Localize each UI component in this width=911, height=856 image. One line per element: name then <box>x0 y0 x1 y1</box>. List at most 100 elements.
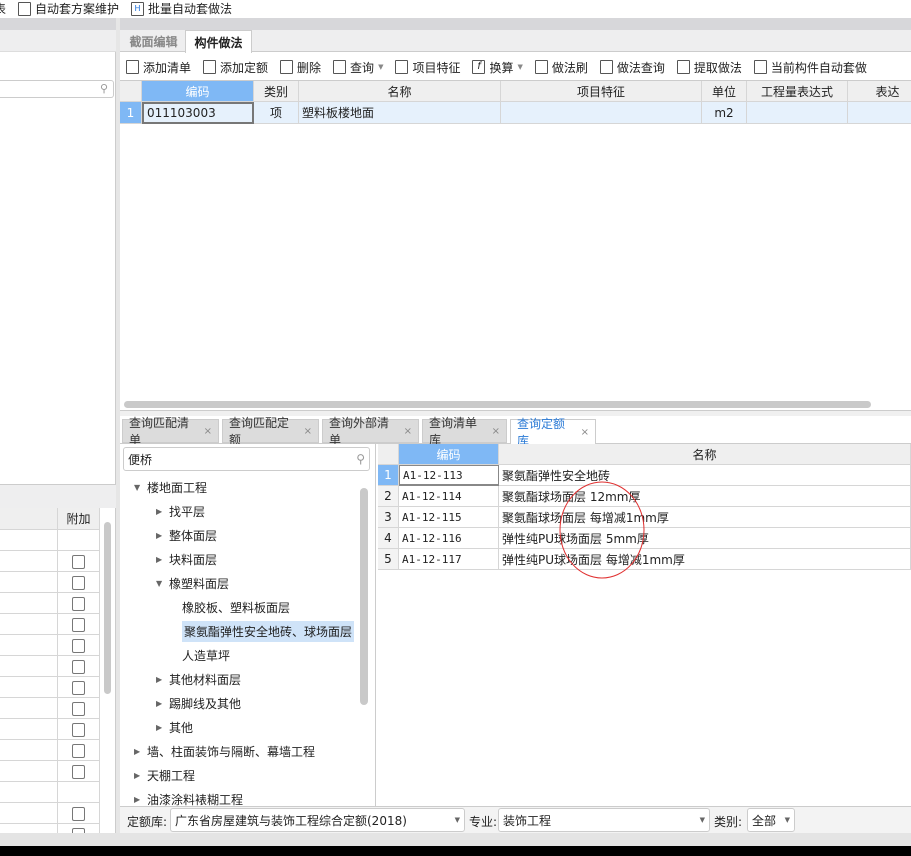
method-query-button[interactable]: 做法查询 <box>599 59 665 76</box>
horizontal-scrollbar[interactable] <box>124 401 871 408</box>
column-header-unit[interactable]: 单位 <box>702 81 747 102</box>
add-list-icon <box>126 60 139 74</box>
extra-checkbox[interactable] <box>72 723 85 737</box>
row-expr[interactable] <box>747 102 848 124</box>
caret-right-icon[interactable]: ▶ <box>156 531 164 540</box>
bottom-tabbar: 查询匹配清单 × 查询匹配定额 × 查询外部清单 × 查询清单库 × 查询定额库 × <box>120 416 911 448</box>
tab-0[interactable]: 查询匹配清单 × <box>122 416 219 447</box>
tab-2[interactable]: 查询外部清单 × <box>322 416 419 447</box>
tree-item[interactable]: 人造草坪 <box>182 645 230 665</box>
close-icon[interactable]: × <box>304 426 312 437</box>
tab-4[interactable]: 查询定额库 × <box>510 417 596 448</box>
extra-checkbox[interactable] <box>72 576 85 590</box>
extra-checkbox[interactable] <box>72 681 85 695</box>
chevron-down-icon[interactable]: ▼ <box>517 63 522 71</box>
caret-down-icon[interactable]: ▼ <box>134 483 142 492</box>
extra-checkbox[interactable] <box>72 639 85 653</box>
column-header-desc[interactable]: 表达 <box>848 81 911 102</box>
close-icon[interactable]: × <box>581 427 589 438</box>
tree-item[interactable]: 聚氨酯弹性安全地砖、球场面层 <box>182 620 355 642</box>
feature-button[interactable]: 项目特征 <box>395 59 460 76</box>
tree-item[interactable]: ▼ 橡塑料面层 <box>156 573 229 593</box>
left-header <box>0 30 116 52</box>
tree-search-input[interactable]: 便桥 ⚲ <box>123 447 370 471</box>
caret-right-icon[interactable]: ▶ <box>156 675 164 684</box>
fx-button[interactable]: f 换算 ▼ <box>472 59 523 76</box>
major-select[interactable]: 装饰工程 ▼ <box>498 808 710 832</box>
column-header-code[interactable]: 编码 <box>142 81 254 102</box>
extra-checkbox[interactable] <box>72 765 85 779</box>
batch-auto-button[interactable]: H 批量自动套做法 <box>131 0 232 17</box>
left-scrollbar[interactable] <box>104 522 111 694</box>
extra-checkbox[interactable] <box>72 807 85 821</box>
brush-button[interactable]: 做法刷 <box>534 59 588 76</box>
tree-item[interactable]: ▶ 整体面层 <box>156 525 217 545</box>
tab-label: 查询外部清单 <box>329 416 390 447</box>
tree-item[interactable]: ▶ 其他 <box>156 717 193 737</box>
row-feature[interactable] <box>501 102 702 124</box>
extra-checkbox[interactable] <box>72 744 85 758</box>
row-desc[interactable] <box>848 102 911 124</box>
category-label: 类别: <box>714 815 743 829</box>
tree-item[interactable]: ▶ 踢脚线及其他 <box>156 693 241 713</box>
column-header-name[interactable]: 名称 <box>299 81 501 102</box>
caret-down-icon[interactable]: ▼ <box>156 579 164 588</box>
row-name[interactable]: 塑料板楼地面 <box>299 102 501 124</box>
auto-scheme-button[interactable]: 自动套方案维护 <box>18 0 119 17</box>
tree-item[interactable]: ▼ 楼地面工程 <box>134 477 207 497</box>
caret-right-icon[interactable]: ▶ <box>156 699 164 708</box>
extra-checkbox[interactable] <box>72 555 85 569</box>
extra-checkbox[interactable] <box>72 597 85 611</box>
row-type[interactable]: 项 <box>254 102 299 124</box>
close-icon[interactable]: × <box>204 426 212 437</box>
auto-apply-button[interactable]: 当前构件自动套做 <box>753 59 867 76</box>
tree-scrollbar[interactable] <box>360 488 368 705</box>
tree-item-label: 整体面层 <box>169 528 218 543</box>
tab-section-edit[interactable]: 截面编辑 <box>122 30 185 52</box>
add-quota-button[interactable]: 添加定额 <box>203 59 268 76</box>
caret-right-icon[interactable]: ▶ <box>156 555 164 564</box>
tab-component-method[interactable]: 构件做法 <box>185 30 252 53</box>
row-unit[interactable]: m2 <box>702 102 747 124</box>
category-select[interactable]: 全部 ▼ <box>747 808 795 832</box>
query-button[interactable]: 查询 ▼ <box>333 59 383 76</box>
extra-checkbox[interactable] <box>72 660 85 674</box>
library-select[interactable]: 广东省房屋建筑与装饰工程综合定额(2018) ▼ <box>170 808 465 832</box>
major-label: 专业: <box>469 815 498 829</box>
add-list-button[interactable]: 添加清单 <box>126 59 191 76</box>
caret-right-icon[interactable]: ▶ <box>134 795 142 804</box>
tree-item[interactable]: ▶ 块料面层 <box>156 549 217 569</box>
caret-right-icon[interactable]: ▶ <box>156 723 164 732</box>
chevron-down-icon[interactable]: ▼ <box>378 63 383 71</box>
column-header-extra: 附加 <box>58 508 100 530</box>
column-header-feature[interactable]: 项目特征 <box>501 81 702 102</box>
left-search-input[interactable]: ⚲ <box>0 80 114 98</box>
close-icon[interactable]: × <box>492 426 500 437</box>
tab-3[interactable]: 查询清单库 × <box>422 416 507 447</box>
tree-item[interactable]: ▶ 其他材料面层 <box>156 669 241 689</box>
tree-item-label: 墙、柱面装饰与隔断、幕墙工程 <box>147 744 316 759</box>
tab-1[interactable]: 查询匹配定额 × <box>222 416 319 447</box>
extra-checkbox[interactable] <box>72 702 85 716</box>
row-code[interactable]: 011103003 <box>142 102 254 124</box>
tree-item[interactable]: 橡胶板、塑料板面层 <box>182 597 290 617</box>
caret-right-icon[interactable]: ▶ <box>134 771 142 780</box>
toolbar-label: 做法刷 <box>551 60 588 75</box>
tree-item-label: 其他材料面层 <box>169 672 242 687</box>
chevron-down-icon: ▼ <box>454 816 460 824</box>
quota-grid: 编码 名称 1 A1-12-113 聚氨酯弹性安全地砖 2 A1-12-114 聚… <box>378 444 911 806</box>
tree-item[interactable]: ▶ 天棚工程 <box>134 765 195 785</box>
column-header-expr[interactable]: 工程量表达式 <box>747 81 848 102</box>
column-header-type[interactable]: 类别 <box>254 81 299 102</box>
close-icon[interactable]: × <box>404 426 412 437</box>
extract-button[interactable]: 提取做法 <box>676 59 742 76</box>
extra-checkbox[interactable] <box>72 618 85 632</box>
tree-item[interactable]: ▶ 油漆涂料裱糊工程 <box>134 789 243 807</box>
tree-item-label: 天棚工程 <box>147 768 196 783</box>
tree-item-label: 聚氨酯弹性安全地砖、球场面层 <box>182 620 355 642</box>
caret-right-icon[interactable]: ▶ <box>156 507 164 516</box>
delete-button[interactable]: 删除 <box>280 59 321 76</box>
caret-right-icon[interactable]: ▶ <box>134 747 142 756</box>
tree-item[interactable]: ▶ 找平层 <box>156 501 205 521</box>
tree-item[interactable]: ▶ 墙、柱面装饰与隔断、幕墙工程 <box>134 741 315 761</box>
